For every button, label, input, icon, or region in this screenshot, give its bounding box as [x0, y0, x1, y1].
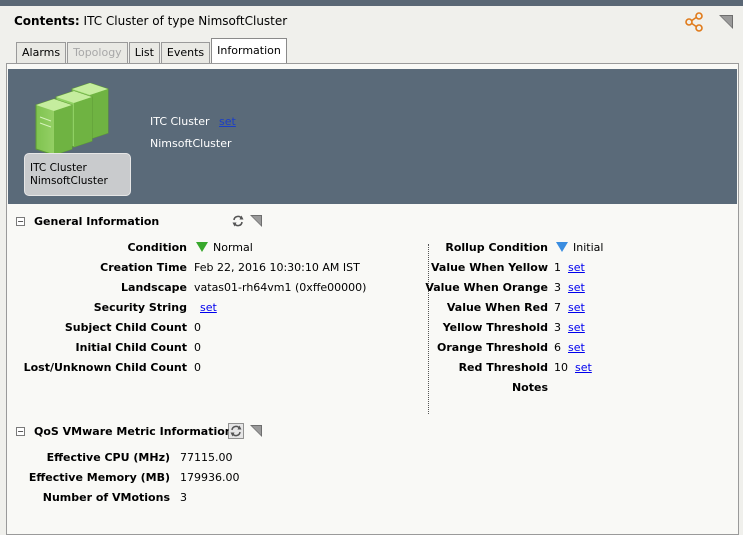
tab-list[interactable]: List	[128, 42, 160, 63]
contents-label: Contents:	[14, 14, 80, 28]
initial-child-count-value: 0	[194, 341, 201, 354]
landscape-label: Landscape	[121, 281, 187, 294]
value-when-orange-text: 3	[554, 281, 561, 294]
model-name-set-link[interactable]: set	[219, 115, 236, 128]
normal-condition-icon	[196, 242, 208, 252]
model-name-text: ITC Cluster	[150, 115, 210, 128]
value-when-orange-set-link[interactable]: set	[568, 281, 585, 294]
yellow-threshold-label: Yellow Threshold	[442, 321, 548, 334]
effective-memory-value: 179936.00	[180, 471, 240, 484]
red-threshold-label: Red Threshold	[458, 361, 548, 374]
information-panel: ITC Cluster NimsoftCluster ITC Cluster s…	[6, 63, 739, 535]
refresh-icon[interactable]	[231, 214, 245, 228]
general-menu-icon[interactable]	[249, 214, 263, 228]
contents-window: Contents: ITC Cluster of type NimsoftClu…	[0, 0, 743, 535]
device-label-type: NimsoftCluster	[30, 175, 108, 187]
model-name: ITC Cluster set	[150, 115, 236, 128]
tab-topology: Topology	[67, 42, 128, 63]
orange-threshold-label: Orange Threshold	[437, 341, 548, 354]
qos-refresh-icon[interactable]	[228, 423, 244, 439]
effective-cpu-value: 77115.00	[180, 451, 233, 464]
notes-label: Notes	[511, 381, 548, 394]
red-threshold-value: 10 set	[554, 361, 592, 374]
lost-unknown-child-count-label: Lost/Unknown Child Count	[23, 361, 187, 374]
yellow-threshold-value: 3 set	[554, 321, 585, 334]
subject-child-count-label: Subject Child Count	[64, 321, 187, 334]
model-type: NimsoftCluster	[150, 137, 232, 150]
value-when-orange-value: 3 set	[554, 281, 585, 294]
value-when-red-set-link[interactable]: set	[568, 301, 585, 314]
creation-time-label: Creation Time	[100, 261, 187, 274]
contents-title-text: ITC Cluster of type NimsoftCluster	[83, 14, 288, 28]
orange-threshold-text: 6	[554, 341, 561, 354]
condition-value-text: Normal	[213, 241, 253, 254]
rollup-condition-label: Rollup Condition	[445, 241, 548, 254]
rollup-condition-value: Initial	[556, 241, 603, 254]
model-banner: ITC Cluster NimsoftCluster ITC Cluster s…	[8, 69, 737, 204]
tab-information[interactable]: Information	[211, 38, 287, 63]
corner-menu-icon[interactable]	[718, 14, 734, 30]
share-icon[interactable]	[684, 12, 704, 32]
value-when-red-value: 7 set	[554, 301, 585, 314]
device-label-name: ITC Cluster	[30, 162, 87, 174]
value-when-orange-label: Value When Orange	[425, 281, 548, 294]
rollup-condition-value-text: Initial	[573, 241, 604, 254]
number-of-vmotions-value: 3	[180, 491, 187, 504]
security-string-label: Security String	[93, 301, 187, 314]
orange-threshold-value: 6 set	[554, 341, 585, 354]
value-when-yellow-set-link[interactable]: set	[568, 261, 585, 274]
yellow-threshold-text: 3	[554, 321, 561, 334]
device-label[interactable]: ITC Cluster NimsoftCluster	[24, 153, 131, 196]
value-when-yellow-text: 1	[554, 261, 561, 274]
value-when-yellow-label: Value When Yellow	[431, 261, 548, 274]
tab-events[interactable]: Events	[160, 42, 211, 63]
initial-child-count-label: Initial Child Count	[75, 341, 187, 354]
landscape-value: vatas01-rh64vm1 (0xffe00000)	[194, 281, 367, 294]
qos-section-title: QoS VMware Metric Information	[34, 425, 233, 438]
general-collapse-toggle[interactable]: −	[16, 217, 25, 226]
lost-unknown-child-count-value: 0	[194, 361, 201, 374]
condition-label: Condition	[127, 241, 187, 254]
condition-value: Normal	[196, 241, 253, 254]
contents-title: Contents: ITC Cluster of type NimsoftClu…	[14, 14, 287, 28]
security-string-set-link[interactable]: set	[200, 301, 217, 314]
effective-memory-label: Effective Memory (MB)	[28, 471, 170, 484]
tab-bar: Alarms Topology List Events Information	[16, 38, 288, 63]
value-when-red-text: 7	[554, 301, 561, 314]
subject-child-count-value: 0	[194, 321, 201, 334]
qos-collapse-toggle[interactable]: −	[16, 427, 25, 436]
initial-condition-icon	[556, 242, 568, 252]
orange-threshold-set-link[interactable]: set	[568, 341, 585, 354]
general-section-title: General Information	[34, 215, 160, 228]
qos-menu-icon[interactable]	[249, 424, 263, 438]
red-threshold-set-link[interactable]: set	[575, 361, 592, 374]
value-when-red-label: Value When Red	[446, 301, 548, 314]
red-threshold-text: 10	[554, 361, 568, 374]
yellow-threshold-set-link[interactable]: set	[568, 321, 585, 334]
effective-cpu-label: Effective CPU (MHz)	[46, 451, 170, 464]
security-string-value: set	[200, 301, 217, 314]
tab-alarms[interactable]: Alarms	[16, 42, 67, 63]
value-when-yellow-value: 1 set	[554, 261, 585, 274]
creation-time-value: Feb 22, 2016 10:30:10 AM IST	[194, 261, 360, 274]
number-of-vmotions-label: Number of VMotions	[42, 491, 170, 504]
column-divider	[428, 244, 429, 414]
